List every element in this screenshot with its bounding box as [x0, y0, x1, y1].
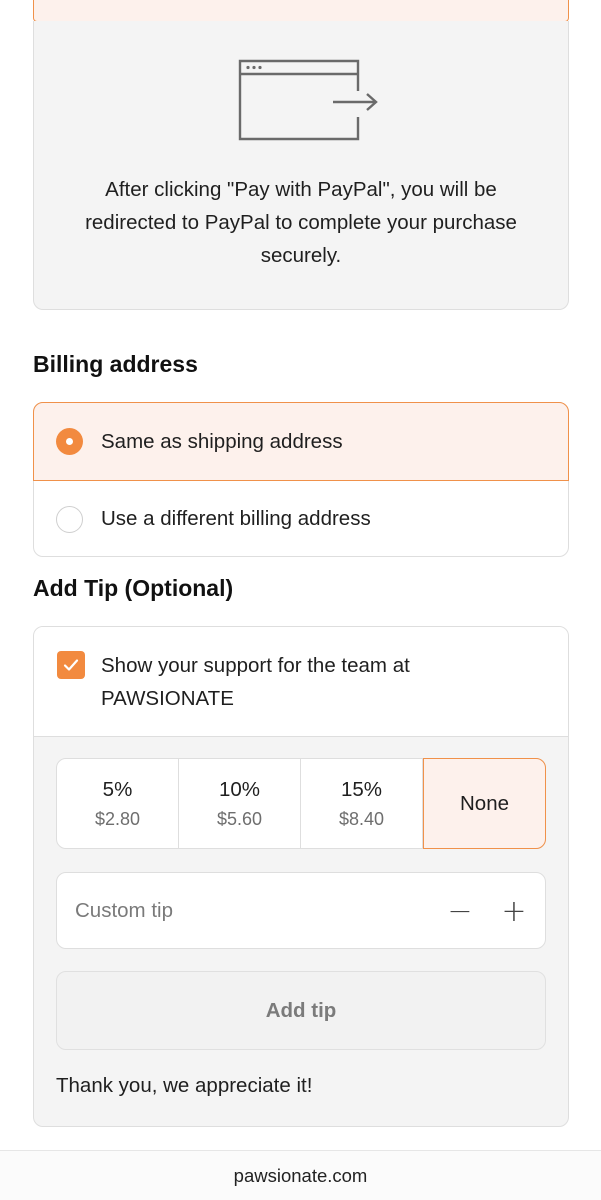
tip-option-5[interactable]: 5% $2.80 — [57, 759, 179, 848]
tip-option-10[interactable]: 10% $5.60 — [179, 759, 301, 848]
tip-support-label: Show your support for the team at PAWSIO… — [101, 654, 410, 710]
site-domain: pawsionate.com — [233, 1164, 368, 1186]
tip-option-percent: None — [459, 791, 509, 815]
billing-option-label: Use a different billing address — [101, 507, 371, 530]
tip-support-row[interactable]: Show your support for the team at PAWSIO… — [34, 627, 568, 737]
tip-option-amount: $8.40 — [338, 808, 385, 829]
tip-section: Show your support for the team at PAWSIO… — [33, 626, 569, 1127]
tip-option-none[interactable]: None — [423, 758, 546, 849]
radio-unselected-icon[interactable] — [56, 505, 83, 533]
tip-option-amount: $5.60 — [216, 808, 263, 829]
billing-address-options: Same as shipping address Use a different… — [33, 402, 569, 557]
add-tip-button[interactable]: Add tip — [56, 971, 546, 1050]
tip-percentage-options: 5% $2.80 10% $5.60 15% $8.40 None — [56, 758, 546, 849]
browser-url-bar[interactable]: pawsionate.com — [0, 1150, 601, 1200]
tip-option-percent: 15% — [340, 777, 383, 801]
paypal-info-panel: After clicking "Pay with PayPal", you wi… — [33, 21, 569, 310]
add-tip-title: Add Tip (Optional) — [33, 575, 234, 601]
custom-tip-input[interactable] — [75, 893, 415, 929]
tip-option-amount: $2.80 — [94, 808, 141, 829]
checkbox-checked-icon[interactable] — [57, 651, 85, 679]
tip-option-percent: 5% — [102, 777, 133, 801]
billing-option-label: Same as shipping address — [101, 429, 343, 453]
tip-option-percent: 10% — [218, 777, 261, 801]
billing-option-different-address[interactable]: Use a different billing address — [34, 481, 568, 557]
custom-tip-field: − + — [56, 872, 546, 949]
paypal-redirect-message: After clicking "Pay with PayPal", you wi… — [85, 178, 517, 267]
selected-payment-option[interactable] — [33, 0, 569, 22]
billing-address-title: Billing address — [33, 351, 198, 377]
tip-thanks-message: Thank you, we appreciate it! — [56, 1074, 313, 1097]
decrease-tip-button[interactable]: − — [445, 894, 475, 929]
billing-option-same-as-shipping[interactable]: Same as shipping address — [33, 402, 569, 481]
increase-tip-button[interactable]: + — [499, 894, 529, 929]
browser-redirect-icon — [238, 59, 378, 141]
tip-option-15[interactable]: 15% $8.40 — [301, 759, 423, 848]
radio-selected-icon[interactable] — [56, 428, 83, 455]
